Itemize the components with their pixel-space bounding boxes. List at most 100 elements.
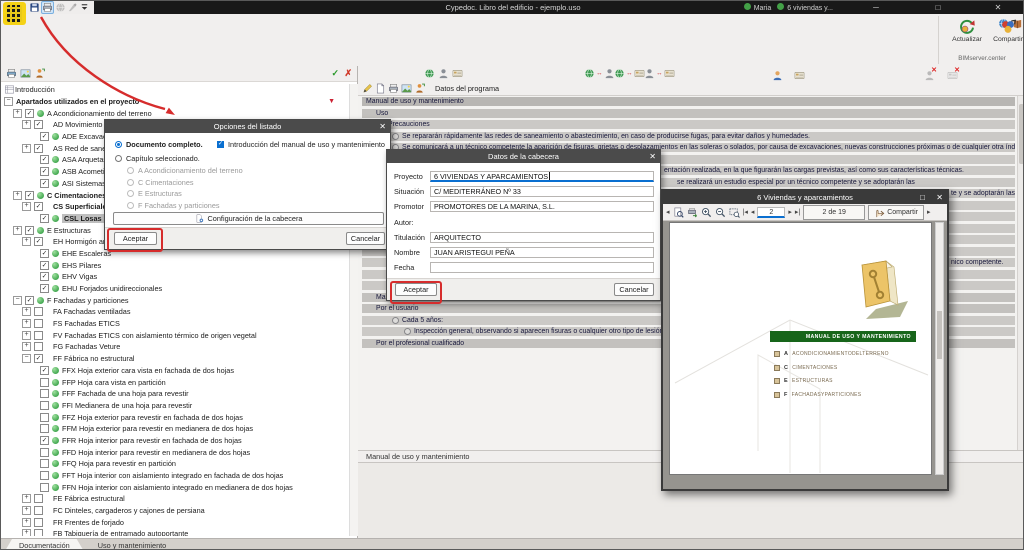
- tree-item[interactable]: FFM Hoja exterior para revestir en media…: [1, 423, 349, 435]
- toolbar-scroll-right-icon[interactable]: ▸: [927, 208, 931, 216]
- chevron-down-icon[interactable]: [79, 2, 90, 13]
- page-preview-icon[interactable]: [673, 207, 684, 218]
- checkbox-checked-icon[interactable]: ✓: [34, 120, 43, 129]
- document-row[interactable]: Uso: [362, 109, 1015, 118]
- checkbox-checked-icon[interactable]: ✓: [40, 284, 49, 293]
- tree-item[interactable]: ✓EHU Forjados unidireccionales: [1, 283, 349, 295]
- maximize-button[interactable]: □: [925, 1, 951, 14]
- tree-item[interactable]: −Apartados utilizados en el proyecto▼: [1, 96, 349, 108]
- checkbox-checked-icon[interactable]: ✓: [40, 179, 49, 188]
- document-row[interactable]: Manual de uso y mantenimiento: [362, 97, 1015, 106]
- checkbox-checked-icon[interactable]: ✓: [34, 237, 43, 246]
- print-export-icon[interactable]: [687, 207, 698, 218]
- tree-item[interactable]: ✓EHS Pilares: [1, 259, 349, 271]
- nombre-input[interactable]: JUAN ARISTEGUI PEÑA: [430, 247, 654, 258]
- expand-icon[interactable]: +: [13, 191, 22, 200]
- tree-item[interactable]: +FR Frentes de forjado: [1, 516, 349, 528]
- expand-icon[interactable]: +: [22, 319, 31, 328]
- checkbox-checked-icon[interactable]: ✓: [40, 214, 49, 223]
- expand-icon[interactable]: +: [22, 342, 31, 351]
- checkbox-icon[interactable]: [40, 483, 49, 492]
- brush-icon[interactable]: [67, 2, 78, 13]
- zoom-window-icon[interactable]: [729, 207, 740, 218]
- checkbox-checked-icon[interactable]: ✓: [25, 296, 34, 305]
- tree-item[interactable]: +FA Fachadas ventiladas: [1, 306, 349, 318]
- expand-icon[interactable]: +: [22, 120, 31, 129]
- expand-icon[interactable]: +: [22, 331, 31, 340]
- expand-icon[interactable]: +: [22, 506, 31, 515]
- globe-icon[interactable]: [55, 2, 66, 13]
- checkbox-icon[interactable]: [40, 471, 49, 480]
- link-globec-card-icon[interactable]: ↔: [614, 68, 645, 79]
- checkbox-icon[interactable]: [34, 319, 43, 328]
- checkbox-checked-icon[interactable]: ✓: [34, 144, 43, 153]
- situación-input[interactable]: C/ MEDITERRÁNEO Nº 33: [430, 186, 654, 197]
- image-icon[interactable]: [401, 83, 412, 94]
- checkbox-icon[interactable]: [40, 401, 49, 410]
- zoom-out-icon[interactable]: [715, 207, 726, 218]
- tree-item[interactable]: +FC Dinteles, cargaderos y cajones de pe…: [1, 505, 349, 517]
- tree-item[interactable]: FFP Hoja cara vista en partición: [1, 376, 349, 388]
- checkbox-icon[interactable]: [40, 459, 49, 468]
- tab-documentación[interactable]: Documentación: [5, 539, 84, 550]
- expand-icon[interactable]: +: [22, 307, 31, 316]
- next-page-icon[interactable]: ▸: [788, 208, 792, 216]
- fecha-input[interactable]: [430, 262, 654, 273]
- expand-icon[interactable]: +: [13, 109, 22, 118]
- checkbox-checked-icon[interactable]: ✓: [40, 249, 49, 258]
- cancelar-button[interactable]: Cancelar: [614, 283, 654, 296]
- aceptar-button[interactable]: Aceptar: [114, 232, 157, 245]
- tree-item[interactable]: FFN Hoja interior con aislamiento integr…: [1, 481, 349, 493]
- checkbox-icon[interactable]: [34, 494, 43, 503]
- tree-item[interactable]: −✓FF Fábrica no estructural: [1, 353, 349, 365]
- tree-item[interactable]: Introducción: [1, 84, 349, 96]
- last-page-icon[interactable]: ▸|: [795, 208, 800, 216]
- pencil-icon[interactable]: [362, 83, 373, 94]
- expand-icon[interactable]: +: [22, 494, 31, 503]
- tree-item[interactable]: −✓F Fachadas y particiones: [1, 294, 349, 306]
- proyecto-input[interactable]: 6 VIVIENDAS Y APARCAMIENTOS: [430, 171, 654, 182]
- print-icon[interactable]: [41, 1, 54, 14]
- checkbox-checked-icon[interactable]: ✓: [40, 272, 49, 281]
- previous-page-icon[interactable]: ◂: [751, 208, 755, 216]
- tree-item[interactable]: +FE Fábrica estructural: [1, 493, 349, 505]
- image-icon[interactable]: [20, 68, 31, 79]
- project-badge[interactable]: 6 viviendas y...: [777, 3, 833, 12]
- stamp-icon[interactable]: [34, 68, 45, 79]
- tree-item[interactable]: FFI Medianera de una hoja para revestir: [1, 400, 349, 412]
- expand-icon[interactable]: +: [22, 202, 31, 211]
- close-icon[interactable]: ✕: [379, 120, 386, 133]
- print-icon[interactable]: [388, 83, 399, 94]
- app-icon[interactable]: [3, 2, 26, 25]
- checkbox-icon[interactable]: [34, 518, 43, 527]
- close-icon[interactable]: ✕: [649, 150, 656, 163]
- checkbox-icon[interactable]: [40, 448, 49, 457]
- actualizar-button[interactable]: Actualizar: [944, 19, 990, 51]
- collapse-icon[interactable]: −: [13, 296, 22, 305]
- expand-icon[interactable]: +: [22, 529, 31, 536]
- checkbox-checked-icon[interactable]: ✓: [40, 167, 49, 176]
- toolbar-scroll-left-icon[interactable]: ◂: [666, 208, 670, 216]
- collapse-icon[interactable]: −: [22, 354, 31, 363]
- save-icon[interactable]: [29, 2, 40, 13]
- check-introduccion[interactable]: ✓ Introducción del manual de uso y mante…: [217, 140, 385, 149]
- checkbox-checked-icon[interactable]: ✓: [25, 226, 34, 235]
- tree-item[interactable]: FFT Hoja interior con aislamiento integr…: [1, 470, 349, 482]
- tree-item[interactable]: ✓FFR Hoja interior para revestir en fach…: [1, 435, 349, 447]
- checkbox-icon[interactable]: [40, 389, 49, 398]
- compartir-button[interactable]: Compartir: [868, 205, 924, 220]
- minimize-button[interactable]: ─: [863, 1, 889, 14]
- link-globec-person-icon[interactable]: ↔: [584, 68, 615, 79]
- checkbox-icon[interactable]: [34, 307, 43, 316]
- titulación-input[interactable]: ARQUITECTO: [430, 232, 654, 243]
- compartir-button[interactable]: Compartir: [991, 19, 1024, 51]
- globe-color-icon[interactable]: [424, 68, 435, 79]
- aceptar-button[interactable]: Aceptar: [395, 283, 437, 296]
- cancelar-button[interactable]: Cancelar: [346, 232, 385, 245]
- tree-item[interactable]: FFD Hoja interior para revestir en media…: [1, 446, 349, 458]
- checkbox-checked-icon[interactable]: ✓: [40, 366, 49, 375]
- tree-item[interactable]: FFQ Hoja para revestir en partición: [1, 458, 349, 470]
- link-person-card-icon[interactable]: ↔: [644, 68, 675, 79]
- tree-item[interactable]: +FB Tabiquería de entramado autoportante: [1, 528, 349, 536]
- page-number-input[interactable]: 2: [757, 207, 785, 218]
